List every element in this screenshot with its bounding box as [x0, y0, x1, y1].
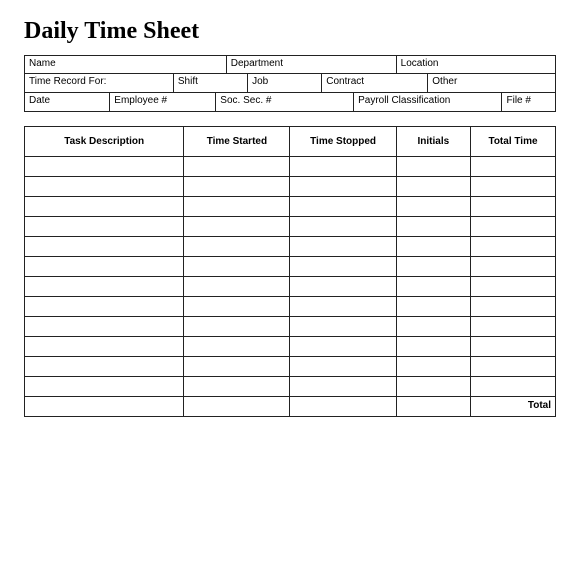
task-row [25, 197, 556, 217]
task-row [25, 277, 556, 297]
page-title: Daily Time Sheet [24, 18, 556, 45]
task-row [25, 297, 556, 317]
name-label: Name [25, 56, 227, 74]
task-row [25, 157, 556, 177]
task-row [25, 257, 556, 277]
task-row [25, 357, 556, 377]
shift-label: Shift [173, 74, 247, 92]
payroll-label: Payroll Classification [354, 93, 502, 111]
task-row [25, 177, 556, 197]
other-label: Other [428, 74, 555, 92]
task-row [25, 377, 556, 397]
task-row [25, 237, 556, 257]
col-total-time: Total Time [471, 127, 556, 157]
col-task-description: Task Description [25, 127, 184, 157]
job-label: Job [248, 74, 322, 92]
time-record-label: Time Record For: [25, 74, 173, 92]
task-row [25, 337, 556, 357]
date-label: Date [25, 93, 110, 111]
contract-label: Contract [322, 74, 428, 92]
soc-sec-label: Soc. Sec. # [216, 93, 354, 111]
total-row: Total [25, 397, 556, 417]
department-label: Department [226, 56, 396, 74]
col-initials: Initials [396, 127, 470, 157]
task-row [25, 317, 556, 337]
file-label: File # [502, 93, 555, 111]
col-time-started: Time Started [184, 127, 290, 157]
task-row [25, 217, 556, 237]
total-label: Total [471, 397, 556, 417]
col-time-stopped: Time Stopped [290, 127, 396, 157]
location-label: Location [396, 56, 555, 74]
employee-label: Employee # [110, 93, 216, 111]
